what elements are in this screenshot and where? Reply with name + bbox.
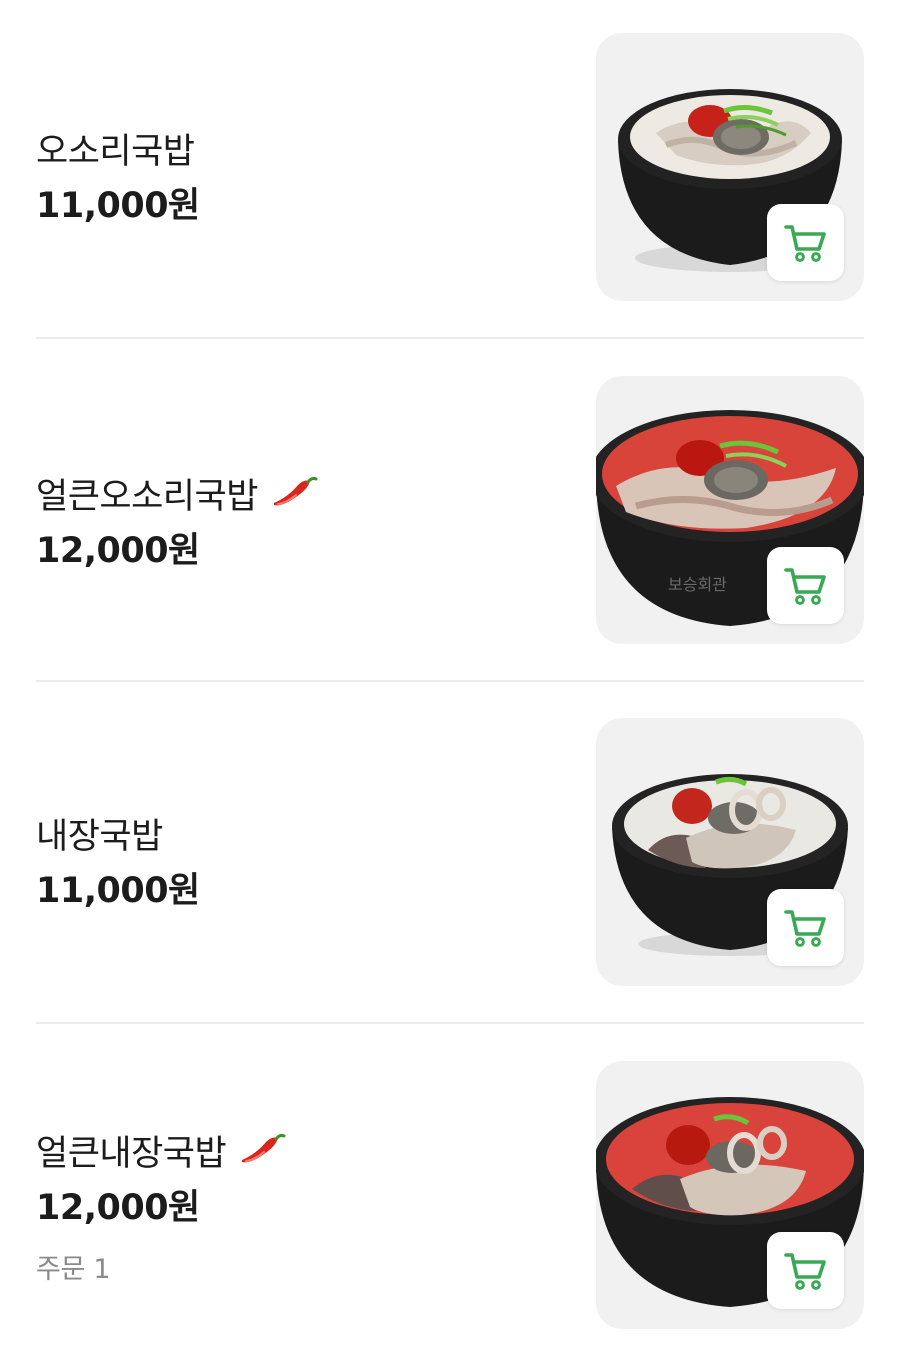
menu-item-name-row: 오소리국밥	[36, 123, 556, 173]
order-count: 주문 1	[36, 1254, 111, 1285]
cart-icon	[783, 567, 826, 605]
divider	[36, 1022, 864, 1024]
menu-item-name: 오소리국밥	[36, 131, 195, 172]
bowl-brand-text: 보승회관	[668, 575, 727, 594]
menu-item-info: 내장국밥 11,000원	[36, 808, 556, 914]
menu-item-name: 내장국밥	[36, 816, 163, 857]
menu-item-name-row: 얼큰내장국밥	[36, 1125, 556, 1175]
menu-item-osori-gukbap[interactable]: 오소리국밥 11,000원	[36, 33, 864, 301]
add-to-cart-button[interactable]	[767, 204, 844, 281]
menu-item-photo[interactable]	[596, 718, 864, 986]
menu-item-name-row: 얼큰오소리국밥	[36, 468, 556, 518]
menu-item-price: 12,000원	[36, 1188, 200, 1228]
add-to-cart-button[interactable]	[767, 547, 844, 624]
menu-item-naejang-gukbap[interactable]: 내장국밥 11,000원	[36, 718, 864, 986]
menu-item-photo[interactable]	[596, 1061, 864, 1329]
divider	[36, 680, 864, 682]
menu-item-spicy-osori-gukbap[interactable]: 얼큰오소리국밥 12,000원 보승회관	[36, 376, 864, 644]
menu-item-spicy-naejang-gukbap[interactable]: 얼큰내장국밥 12,000원 주문 1	[36, 1061, 864, 1329]
chili-pepper-icon	[273, 476, 318, 506]
add-to-cart-button[interactable]	[767, 889, 844, 966]
menu-item-price: 11,000원	[36, 186, 200, 226]
menu-item-info: 얼큰내장국밥 12,000원 주문 1	[36, 1125, 556, 1286]
add-to-cart-button[interactable]	[767, 1232, 844, 1309]
menu-item-photo[interactable]: 보승회관	[596, 376, 864, 644]
menu-item-name: 얼큰내장국밥	[36, 1133, 227, 1174]
menu-item-name: 얼큰오소리국밥	[36, 476, 258, 517]
cart-icon	[783, 909, 826, 947]
menu-item-name-row: 내장국밥	[36, 808, 556, 858]
menu-item-info: 오소리국밥 11,000원	[36, 123, 556, 229]
menu-item-info: 얼큰오소리국밥 12,000원	[36, 468, 556, 574]
menu-item-photo[interactable]	[596, 33, 864, 301]
menu-item-price: 11,000원	[36, 871, 200, 911]
chili-pepper-icon	[242, 1133, 286, 1163]
divider	[36, 337, 864, 339]
menu-list: 오소리국밥 11,000원 얼큰오소리국밥 12,000원 보승회관 내장국밥 …	[0, 0, 900, 1354]
menu-item-price: 12,000원	[36, 531, 200, 571]
cart-icon	[783, 224, 826, 262]
cart-icon	[783, 1252, 826, 1290]
